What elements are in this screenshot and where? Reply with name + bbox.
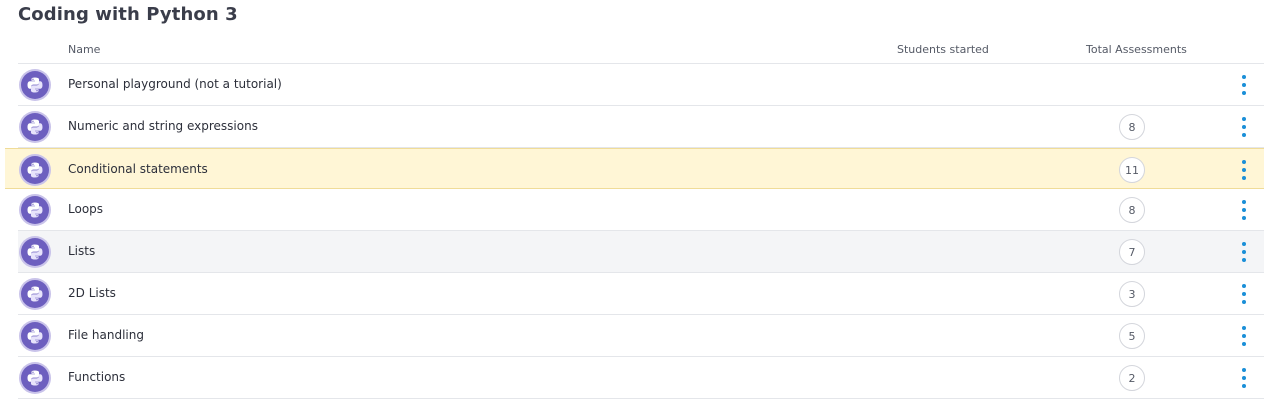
table-header: Name Students started Total Assessments bbox=[18, 40, 1264, 64]
more-vertical-icon[interactable] bbox=[1240, 368, 1248, 388]
python-logo-icon bbox=[21, 71, 49, 99]
table-row[interactable]: Numeric and string expressions 8 bbox=[18, 106, 1264, 148]
table-row[interactable]: File handling 5 bbox=[18, 315, 1264, 357]
table-row[interactable]: 2D Lists 3 bbox=[18, 273, 1264, 315]
python-logo-icon bbox=[21, 322, 49, 350]
assessment-count-badge: 3 bbox=[1119, 281, 1145, 307]
row-name[interactable]: Lists bbox=[68, 244, 95, 258]
table-row[interactable]: Functions 2 bbox=[18, 357, 1264, 399]
row-name[interactable]: 2D Lists bbox=[68, 286, 116, 300]
assessment-count-badge: 5 bbox=[1119, 323, 1145, 349]
more-vertical-icon[interactable] bbox=[1240, 160, 1248, 180]
python-logo-icon bbox=[21, 238, 49, 266]
more-vertical-icon[interactable] bbox=[1240, 284, 1248, 304]
more-vertical-icon[interactable] bbox=[1240, 326, 1248, 346]
column-header-name[interactable]: Name bbox=[68, 43, 100, 56]
python-logo-icon bbox=[21, 196, 49, 224]
row-name[interactable]: Loops bbox=[68, 202, 103, 216]
assessment-count-badge: 8 bbox=[1119, 197, 1145, 223]
more-vertical-icon[interactable] bbox=[1240, 117, 1248, 137]
table-row[interactable]: Personal playground (not a tutorial) bbox=[18, 64, 1264, 106]
assessment-count-badge: 2 bbox=[1119, 365, 1145, 391]
row-name[interactable]: File handling bbox=[68, 328, 144, 342]
more-vertical-icon[interactable] bbox=[1240, 242, 1248, 262]
python-logo-icon bbox=[21, 280, 49, 308]
python-logo-icon bbox=[21, 113, 49, 141]
row-name[interactable]: Personal playground (not a tutorial) bbox=[68, 77, 282, 91]
assessment-count-badge: 8 bbox=[1119, 114, 1145, 140]
assessment-count-badge: 7 bbox=[1119, 239, 1145, 265]
python-logo-icon bbox=[21, 156, 49, 184]
python-logo-icon bbox=[21, 364, 49, 392]
assessment-count-badge: 11 bbox=[1119, 157, 1145, 183]
row-name[interactable]: Conditional statements bbox=[68, 162, 208, 176]
table-row[interactable]: Loops 8 bbox=[18, 189, 1264, 231]
table-row[interactable]: Conditional statements 11 bbox=[5, 148, 1264, 189]
row-name[interactable]: Functions bbox=[68, 370, 125, 384]
page-title: Coding with Python 3 bbox=[18, 4, 238, 25]
column-header-total-assessments[interactable]: Total Assessments bbox=[1086, 43, 1187, 56]
column-header-students-started[interactable]: Students started bbox=[897, 43, 989, 56]
row-name[interactable]: Numeric and string expressions bbox=[68, 119, 258, 133]
more-vertical-icon[interactable] bbox=[1240, 200, 1248, 220]
table-row[interactable]: Lists 7 bbox=[18, 231, 1264, 273]
tutorial-list: Personal playground (not a tutorial) Num… bbox=[5, 64, 1264, 399]
more-vertical-icon[interactable] bbox=[1240, 75, 1248, 95]
